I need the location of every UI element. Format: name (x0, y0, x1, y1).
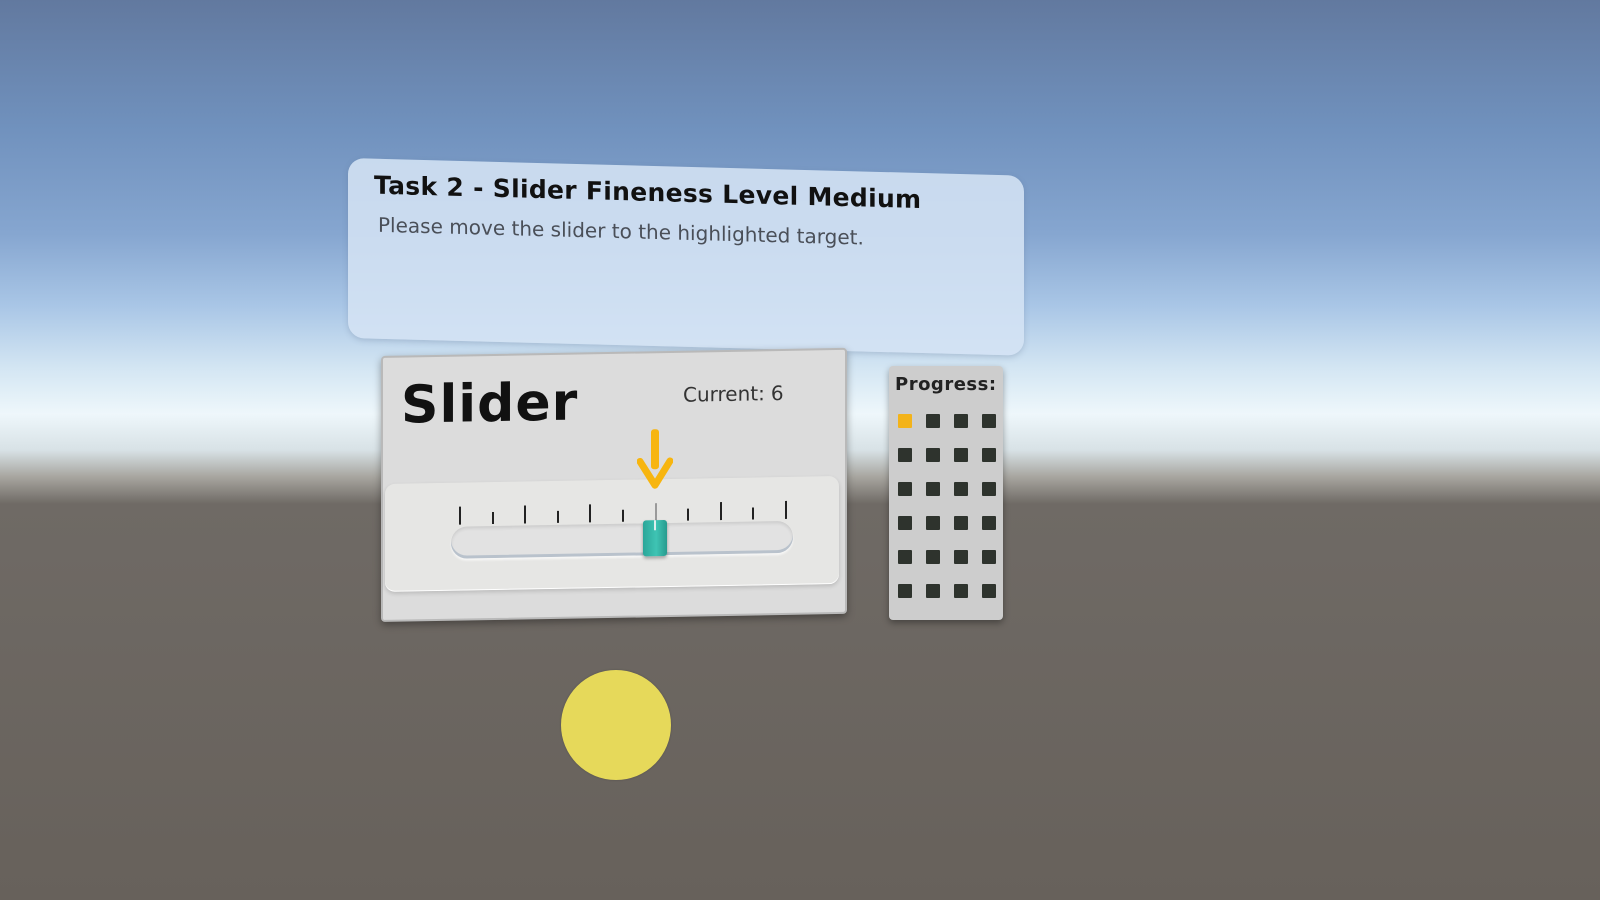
progress-cell (954, 550, 968, 564)
progress-cell (982, 516, 996, 530)
progress-cell (926, 584, 940, 598)
progress-cell (954, 482, 968, 496)
slider-tick (687, 508, 690, 521)
arrow-down-icon (636, 429, 673, 489)
progress-title: Progress: (895, 374, 997, 395)
slider-tick (622, 509, 624, 522)
progress-cell-current (898, 414, 912, 428)
slider-tick (654, 503, 657, 522)
task-instruction-text: Please move the slider to the highlighte… (378, 212, 864, 250)
slider-track[interactable] (451, 520, 793, 559)
slider-title: Slider (401, 372, 579, 436)
progress-panel: Progress: (889, 366, 1003, 620)
task-instruction-panel: Task 2 - Slider Fineness Level Medium Pl… (348, 158, 1024, 356)
progress-cell (954, 516, 968, 530)
slider-tick (752, 507, 755, 520)
slider-panel: Slider Current: 6 (381, 347, 847, 622)
current-value: 6 (770, 380, 784, 406)
progress-cell (982, 550, 996, 564)
progress-cell (898, 482, 912, 496)
slider-area (385, 429, 839, 592)
vr-scene: Task 2 - Slider Fineness Level Medium Pl… (0, 0, 1600, 900)
task-title: Task 2 - Slider Fineness Level Medium (374, 170, 922, 215)
slider-tick (491, 512, 494, 525)
current-label: Current: (683, 381, 765, 407)
slider-tick (524, 505, 527, 524)
progress-cell (982, 414, 996, 428)
slider-thumb[interactable] (642, 520, 667, 557)
slider-tick (556, 510, 559, 523)
progress-cell (954, 414, 968, 428)
progress-cell (898, 448, 912, 462)
slider-tick (589, 504, 592, 523)
progress-cell (926, 482, 940, 496)
progress-cell (926, 550, 940, 564)
slider-tick (719, 502, 722, 521)
progress-grid (898, 414, 996, 598)
progress-cell (982, 482, 996, 496)
progress-cell (982, 584, 996, 598)
progress-cell (898, 584, 912, 598)
progress-cell (926, 448, 940, 462)
progress-cell (898, 516, 912, 530)
progress-cell (926, 516, 940, 530)
slider-tick (459, 506, 461, 525)
progress-cell (954, 448, 968, 462)
progress-cell (982, 448, 996, 462)
progress-cell (926, 414, 940, 428)
pointer-cursor (561, 670, 671, 780)
current-value-readout: Current: 6 (683, 381, 784, 407)
progress-cell (898, 550, 912, 564)
slider-tick (785, 500, 787, 519)
progress-cell (954, 584, 968, 598)
